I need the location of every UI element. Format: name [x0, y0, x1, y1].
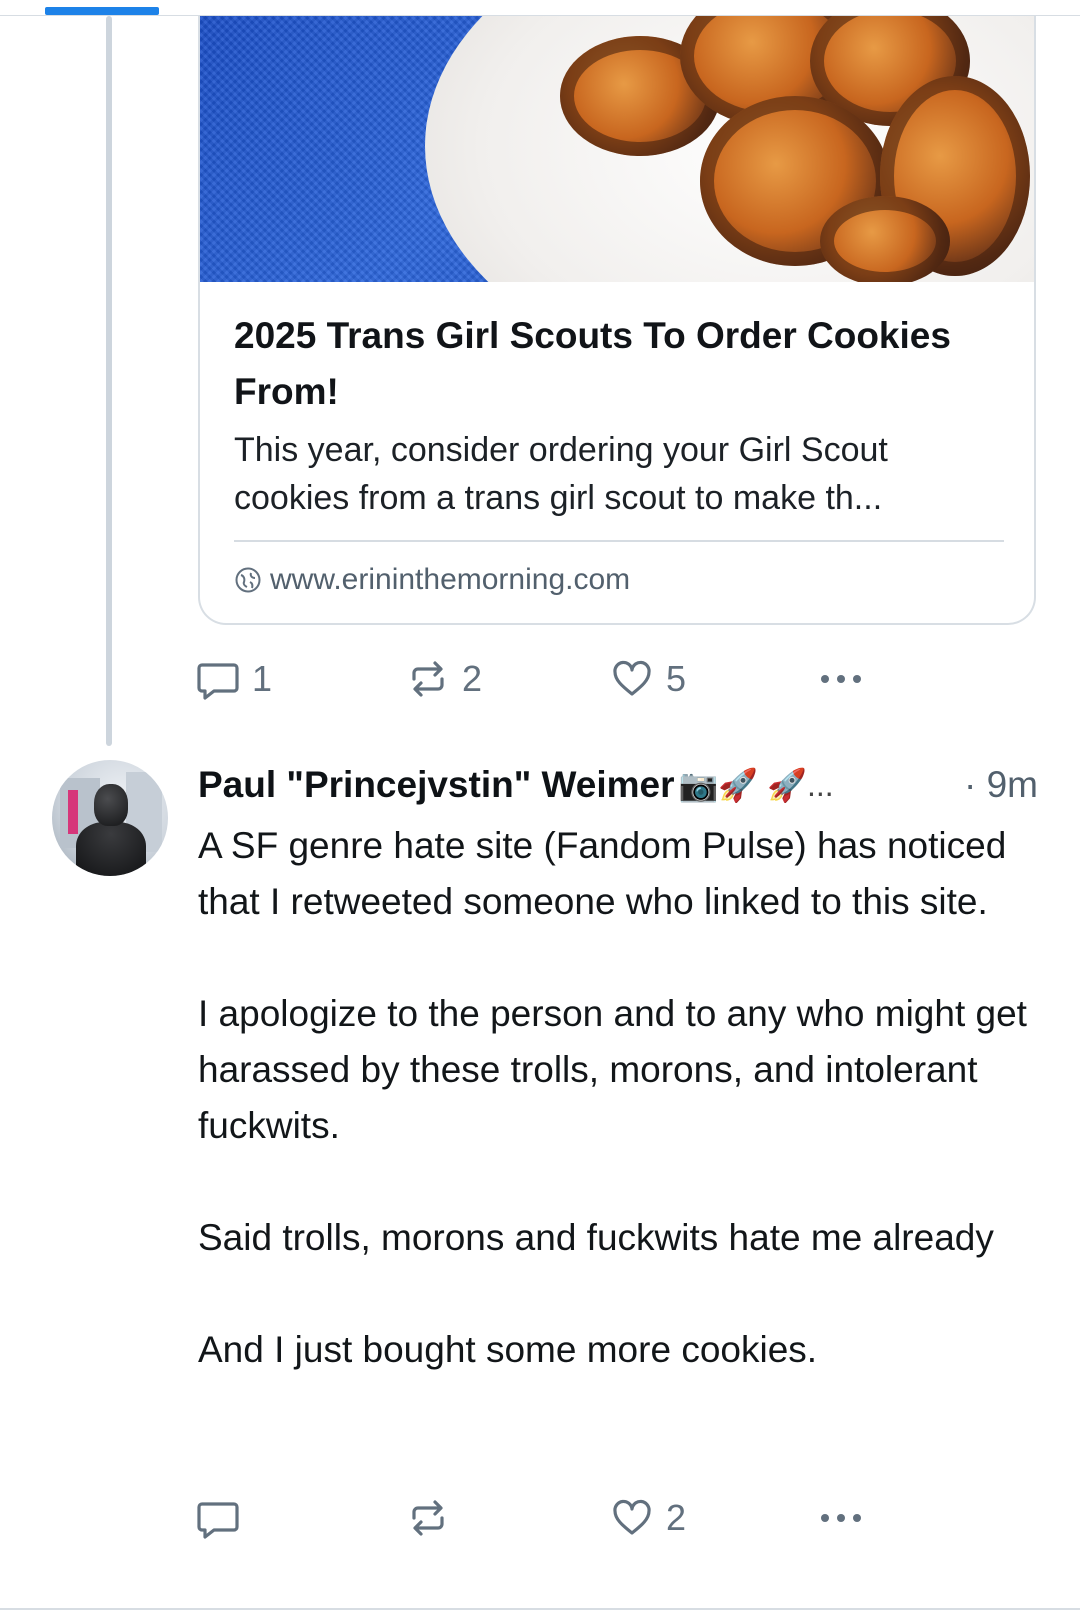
- reply-button[interactable]: 1: [196, 649, 272, 709]
- link-preview-image: [200, 16, 1034, 282]
- like-icon: [613, 1499, 651, 1535]
- author-display-name[interactable]: Paul "Princejvstin" Weimer: [198, 764, 675, 806]
- post-actions-bar: 2: [196, 1488, 916, 1548]
- like-count: 5: [666, 658, 687, 699]
- avatar[interactable]: [52, 760, 168, 876]
- reply-icon: [197, 663, 239, 700]
- repost-button[interactable]: [406, 1488, 462, 1548]
- reply-icon: [197, 1502, 239, 1539]
- more-options-button[interactable]: [816, 649, 866, 709]
- post-body: A SF genre hate site (Fandom Pulse) has …: [198, 818, 1028, 1378]
- post-actions-bar: 1 2 5: [196, 649, 916, 709]
- more-options-button[interactable]: [816, 1488, 866, 1548]
- repost-icon: [412, 1500, 444, 1536]
- more-icon: [821, 1514, 861, 1522]
- like-button[interactable]: 5: [610, 649, 686, 709]
- timestamp-text: 9m: [986, 764, 1038, 805]
- post-paragraph: And I just bought some more cookies.: [198, 1329, 818, 1370]
- repost-count: 2: [462, 658, 483, 699]
- post-timestamp[interactable]: · 9m: [964, 764, 1038, 806]
- link-preview-domain: www.erininthemorning.com: [234, 558, 630, 602]
- repost-button[interactable]: 2: [406, 649, 482, 709]
- reply-count: 1: [252, 658, 273, 699]
- bottom-divider: [0, 1608, 1080, 1610]
- link-preview-domain-text: www.erininthemorning.com: [270, 563, 631, 596]
- link-preview-divider: [234, 540, 1004, 542]
- post-paragraph: Said trolls, morons and fuckwits hate me…: [198, 1217, 994, 1258]
- timestamp-separator: ·: [963, 764, 977, 805]
- post-paragraph: I apologize to the person and to any who…: [198, 993, 1027, 1146]
- thread-connector-line: [106, 16, 112, 746]
- globe-icon: [235, 567, 261, 593]
- post-paragraph: A SF genre hate site (Fandom Pulse) has …: [198, 825, 1007, 922]
- more-icon: [821, 675, 861, 683]
- link-preview-description: This year, consider ordering your Girl S…: [234, 431, 888, 517]
- link-preview-title: 2025 Trans Girl Scouts To Order Cookies …: [234, 315, 951, 412]
- author-emoji-suffix: 📷🚀 🚀...: [678, 767, 834, 803]
- reply-button[interactable]: [196, 1488, 252, 1548]
- active-tab-indicator: [45, 7, 159, 15]
- like-icon: [613, 660, 651, 696]
- repost-icon: [412, 661, 444, 697]
- like-button[interactable]: 2: [610, 1488, 686, 1548]
- like-count: 2: [666, 1497, 687, 1538]
- link-preview-card[interactable]: 2025 Trans Girl Scouts To Order Cookies …: [198, 16, 1036, 625]
- post-header: Paul "Princejvstin" Weimer 📷🚀 🚀... · 9m: [198, 760, 1038, 810]
